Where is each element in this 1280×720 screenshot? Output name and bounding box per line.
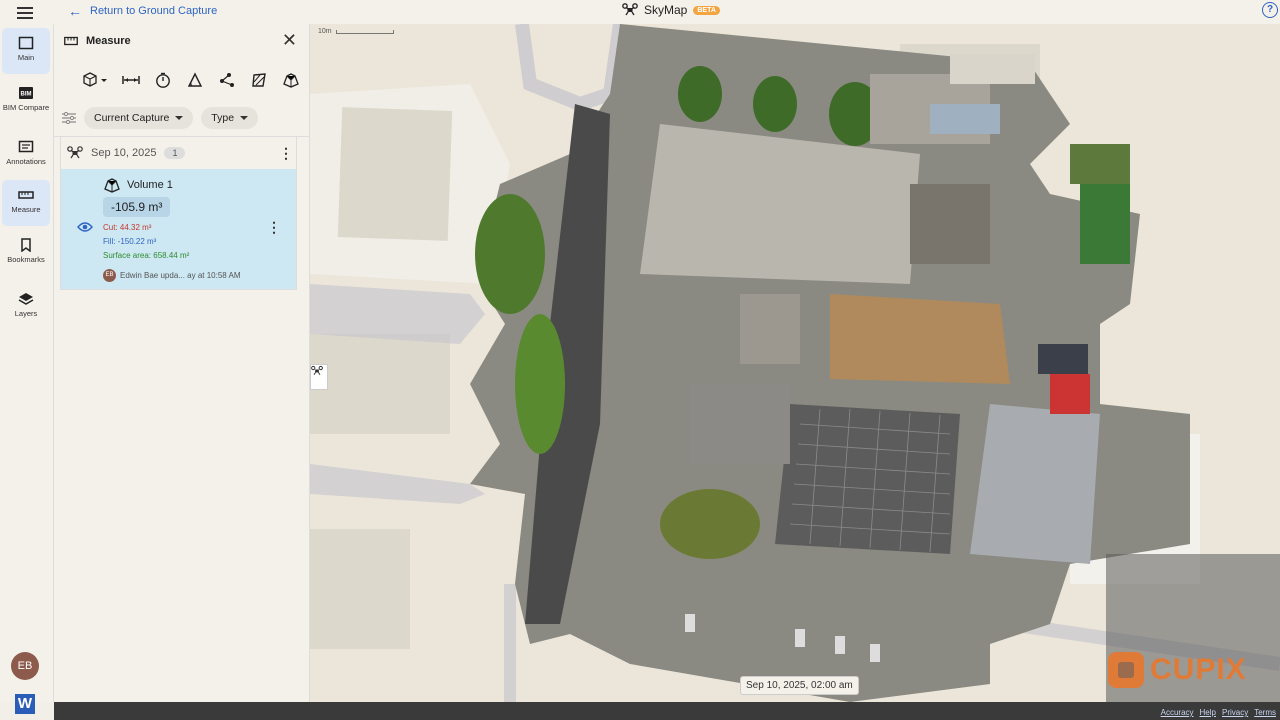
capture-filter-dropdown[interactable]: Current Capture — [84, 107, 194, 129]
panel-title: Measure — [86, 35, 131, 47]
path-tool-icon — [220, 73, 234, 87]
updated-by-text: Edwin Bae upda... ay at 10:58 AM — [120, 271, 241, 280]
map-view[interactable]: 10m Sep 10, 2025, 02:00 am CUPIX — [310, 24, 1280, 702]
item-count-badge: 1 — [164, 147, 186, 159]
fill-volume: Fill: -150.22 m³ — [103, 237, 157, 246]
bim-icon: BIM — [19, 87, 33, 99]
beta-badge: BETA — [693, 5, 720, 15]
measurement-value: -105.9 m³ — [103, 197, 171, 217]
cupix-logo-icon — [1108, 652, 1144, 688]
timer-tool-button[interactable] — [154, 72, 172, 88]
filter-bar: Current Capture Type — [54, 94, 309, 134]
angle-tool-button[interactable] — [186, 72, 204, 88]
watermark-overlay: CUPIX — [1106, 554, 1280, 702]
brand: SkyMap BETA — [622, 3, 720, 17]
volume-shape-tool-icon — [283, 73, 299, 88]
timer-tool-icon — [156, 72, 170, 88]
cupix-logo: CUPIX — [1108, 652, 1247, 688]
footer-link-help[interactable]: Help — [1200, 708, 1216, 717]
chevron-down-icon — [240, 116, 249, 120]
return-to-ground-capture-link[interactable]: ← Return to Ground Capture — [68, 4, 217, 18]
rail-item-main[interactable]: Main — [2, 28, 50, 74]
rail-item-measure[interactable]: Measure — [2, 180, 50, 226]
volume-shape-icon — [104, 178, 120, 193]
brand-name: SkyMap — [644, 3, 688, 17]
capture-filter-label: Current Capture — [94, 112, 170, 124]
close-icon[interactable]: ✕ — [282, 31, 297, 49]
svg-text:BIM: BIM — [21, 92, 32, 98]
map-drone-button[interactable] — [310, 364, 328, 390]
rail-item-bookmarks[interactable]: Bookmarks — [2, 230, 50, 276]
bookmark-icon — [21, 238, 31, 252]
measure-panel: Measure ✕ Current Capture Type Sep 10, 2… — [54, 24, 310, 702]
footer-link-privacy[interactable]: Privacy — [1222, 708, 1248, 717]
rail-label: Annotations — [6, 157, 46, 166]
cupix-wordmark: CUPIX — [1150, 653, 1247, 686]
angle-tool-icon — [187, 72, 203, 87]
layers-icon — [18, 293, 34, 305]
area-tool-button[interactable] — [250, 72, 268, 88]
drone-icon — [622, 3, 638, 16]
ruler-icon — [18, 191, 34, 199]
footer-links: Accuracy Help Privacy Terms — [1161, 708, 1276, 717]
avatar: EB — [103, 269, 116, 282]
area-tool-icon — [252, 73, 266, 87]
surface-area: Surface area: 658.44 m² — [103, 251, 190, 260]
distance-tool-button[interactable] — [122, 72, 140, 88]
rail-label: Main — [17, 53, 35, 62]
volume-shape-tool-button[interactable] — [282, 72, 300, 88]
rail-label: Measure — [11, 205, 41, 214]
drone-icon — [67, 146, 83, 159]
drone-icon — [311, 365, 323, 376]
path-tool-button[interactable] — [218, 72, 236, 88]
footer-link-accuracy[interactable]: Accuracy — [1161, 708, 1194, 717]
capture-group: Sep 10, 2025 1 ⋮ Volume 1 -105.9 m³ ⋮ Cu… — [60, 137, 297, 290]
volume-tool-icon — [83, 72, 107, 87]
type-filter-label: Type — [211, 112, 235, 124]
eye-icon[interactable] — [77, 221, 93, 233]
capture-timestamp: Sep 10, 2025, 02:00 am — [740, 676, 859, 695]
menu-icon[interactable] — [14, 4, 36, 20]
measurement-title-row: Volume 1 — [103, 177, 173, 193]
map-scale: 10m — [318, 28, 394, 35]
measurement-title: Volume 1 — [127, 179, 173, 191]
last-updated: EB Edwin Bae upda... ay at 10:58 AM — [103, 269, 241, 282]
measurement-card[interactable]: Volume 1 -105.9 m³ ⋮ Cut: 44.32 m³ Fill:… — [61, 169, 296, 289]
scale-label: 10m — [318, 28, 332, 35]
annotation-icon — [18, 140, 34, 153]
help-icon[interactable]: ? — [1262, 2, 1278, 18]
panel-header: Measure ✕ — [54, 24, 309, 58]
rail-item-annotations[interactable]: Annotations — [2, 132, 50, 178]
cut-volume: Cut: 44.32 m³ — [103, 223, 152, 232]
app-logo[interactable]: W — [15, 694, 35, 714]
square-icon — [18, 36, 34, 50]
rail-item-bim-compare[interactable]: BIM BIM Compare — [2, 78, 50, 124]
ruler-icon — [64, 36, 78, 46]
rail-label: BIM Compare — [2, 103, 50, 112]
scale-bar — [335, 29, 394, 34]
volume-tool-button[interactable] — [82, 72, 108, 88]
distance-tool-icon — [122, 76, 140, 84]
rail-label: Bookmarks — [7, 255, 45, 264]
more-options-icon[interactable]: ⋮ — [264, 219, 284, 236]
filter-icon[interactable] — [62, 112, 76, 124]
left-nav-rail: Main BIM BIM Compare Annotations Measure… — [0, 24, 54, 714]
arrow-left-icon: ← — [68, 3, 82, 19]
type-filter-dropdown[interactable]: Type — [201, 107, 259, 129]
more-options-icon[interactable]: ⋮ — [276, 145, 296, 162]
rail-item-layers[interactable]: Layers — [2, 284, 50, 330]
measure-toolbar — [54, 58, 309, 94]
rail-label: Layers — [14, 309, 38, 318]
back-link-label: Return to Ground Capture — [90, 5, 218, 17]
user-avatar[interactable]: EB — [11, 652, 39, 680]
footer-link-terms[interactable]: Terms — [1254, 708, 1276, 717]
group-date: Sep 10, 2025 — [91, 147, 157, 159]
top-bar: ← Return to Ground Capture SkyMap BETA ? — [0, 0, 1280, 24]
chevron-down-icon — [175, 116, 184, 120]
bottom-bar: Accuracy Help Privacy Terms — [54, 702, 1280, 720]
capture-group-header[interactable]: Sep 10, 2025 1 ⋮ — [61, 137, 296, 169]
